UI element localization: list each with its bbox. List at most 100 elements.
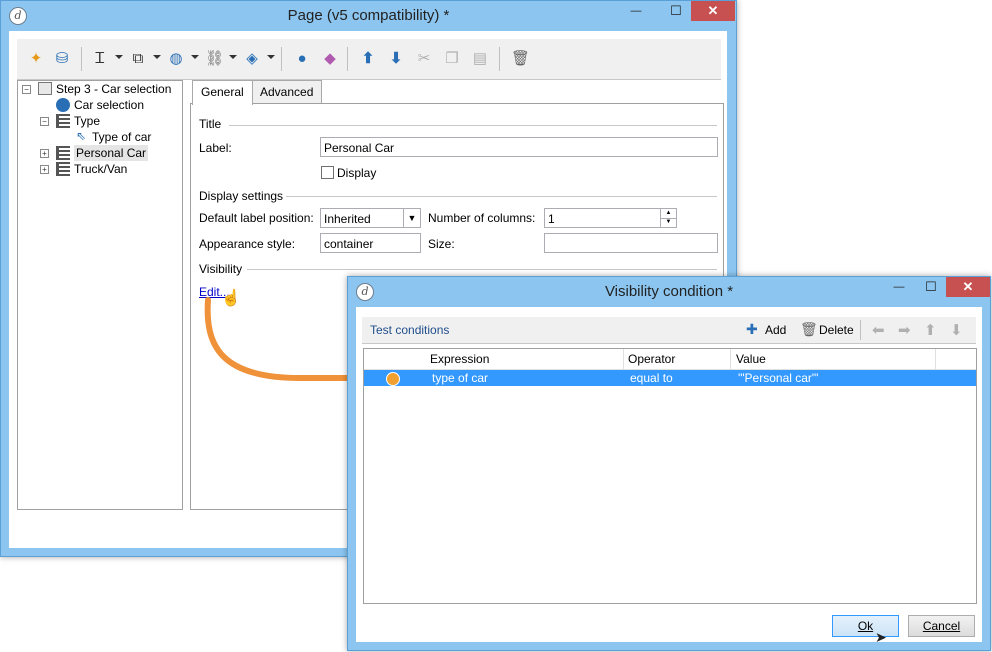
list-icon [56,162,70,176]
dropdown-arrow-icon[interactable] [267,55,275,59]
magic-wand-icon[interactable]: ✦ [27,50,45,68]
add-button[interactable]: Add [765,323,786,337]
label-input[interactable]: Personal Car [320,137,718,157]
tree-item-label: Truck/Van [74,162,128,176]
text-cursor-icon[interactable]: Ꮖ [91,50,109,68]
trash-icon[interactable]: 🗑 [800,321,818,338]
stepper-down-icon[interactable]: ▼ [660,218,676,227]
grid-header: Expression Operator Value [364,349,976,370]
row-operator: equal to [630,371,673,385]
link-icon[interactable]: ⛓ [205,50,224,68]
column-header-value[interactable]: Value [736,352,766,366]
tab-general[interactable]: General [192,80,253,105]
table-row[interactable]: type of car equal to '"Personal car"' [364,370,976,386]
toolbar: ✦ ⛁ Ꮖ ⧉ ◍ ⛓ ◈ ● ◆ ⬆ ⬇ ✂ ❐ ▤ 🗑 [17,39,721,80]
size-label: Size: [428,237,455,251]
close-button[interactable]: ✕ [946,277,990,297]
toolbar-separator [499,47,500,71]
title-section-label: Title [199,117,222,131]
number-of-columns-stepper[interactable]: 1 ▲ ▼ [544,208,677,228]
add-icon[interactable]: ✚ [746,321,758,338]
list-icon [56,146,70,160]
appearance-style-label: Appearance style: [199,237,296,251]
expand-icon[interactable]: + [40,165,49,174]
number-of-columns-label: Number of columns: [428,211,536,225]
list-icon [56,114,70,128]
column-divider [935,349,936,369]
edit-field-icon[interactable]: ⧉ [129,50,147,68]
user-icon[interactable]: ● [293,50,311,68]
default-label-position-select[interactable]: Inherited ▼ [320,208,421,228]
tab-advanced[interactable]: Advanced [251,80,323,103]
dropdown-arrow-icon[interactable] [229,55,237,59]
size-input[interactable] [544,233,718,253]
dropdown-arrow-icon[interactable] [153,55,161,59]
visibility-dialog-titlebar[interactable]: d Visibility condition * — ☐ ✕ [348,277,990,307]
column-divider [623,349,624,369]
minimize-button[interactable]: — [621,1,651,21]
cut-icon[interactable]: ✂ [415,50,433,68]
arrow-up-icon[interactable]: ⬆ [924,321,937,339]
condition-status-icon [386,372,400,386]
maximize-button[interactable]: ☐ [916,277,946,297]
column-divider [730,349,731,369]
toolbar-separator [347,47,348,71]
layers-icon[interactable]: ◈ [243,50,261,68]
section-divider [247,269,717,270]
expand-icon[interactable]: + [40,149,49,158]
appearance-style-input[interactable]: container [320,233,421,253]
globe-icon [56,98,70,112]
globe-icon[interactable]: ◍ [167,50,185,68]
database-import-icon[interactable]: ⛁ [53,50,71,68]
column-header-expression[interactable]: Expression [430,352,489,366]
column-header-operator[interactable]: Operator [628,352,675,366]
visibility-dialog-client: Test conditions ✚ Add 🗑 Delete ⬅ ➡ ⬆ ⬇ E… [356,307,982,645]
tree-item-label: Personal Car [74,145,149,161]
display-checkbox[interactable] [321,166,334,179]
hand-cursor-icon: ☝ [221,290,241,307]
delete-button[interactable]: Delete [819,323,854,337]
arrow-up-icon[interactable]: ⬆ [359,50,377,68]
tree-item-label: Car selection [74,98,145,112]
tree-item-label: Step 3 - Car selection [56,82,172,96]
dropdown-arrow-icon[interactable] [115,55,123,59]
maximize-button[interactable]: ☐ [661,1,691,21]
copy-icon[interactable]: ❐ [443,50,461,68]
number-of-columns-value: 1 [548,212,555,226]
trash-icon[interactable]: 🗑 [511,50,530,68]
default-label-position-value: Inherited [324,212,371,226]
visibility-dialog: d Visibility condition * — ☐ ✕ Test cond… [347,276,991,651]
paste-icon[interactable]: ▤ [471,50,489,68]
label-field-label: Label: [199,141,232,155]
test-conditions-label: Test conditions [370,323,450,337]
ok-button-label: Ok [857,619,874,633]
default-label-position-label: Default label position: [199,211,314,225]
toolbar-separator [281,47,282,71]
ok-button[interactable]: Ok [832,615,899,637]
section-divider [229,125,717,126]
chevron-down-icon[interactable]: ▼ [403,209,420,227]
minimize-button[interactable]: — [884,277,914,297]
tree-item-label: Type of car [92,130,152,144]
shapes-icon[interactable]: ◆ [321,50,339,68]
arrow-down-icon[interactable]: ⬇ [950,321,963,339]
cancel-button[interactable]: Cancel [908,615,975,637]
display-checkbox-label: Display [337,166,377,180]
conditions-toolbar: Test conditions ✚ Add 🗑 Delete ⬅ ➡ ⬆ ⬇ [362,317,976,344]
tree-item-label: Type [74,114,101,128]
display-settings-section-label: Display settings [199,189,284,203]
pointer-cursor-icon: ➤ [875,629,887,645]
cancel-button-label: Cancel [922,619,961,633]
structure-tree: − Step 3 - Car selection Car selection −… [17,80,183,510]
dropdown-arrow-icon[interactable] [191,55,199,59]
row-value: '"Personal car"' [738,371,819,385]
page-window-titlebar[interactable]: d Page (v5 compatibility) * — ☐ ✕ [1,1,736,31]
toolbar-separator [81,47,82,71]
close-button[interactable]: ✕ [691,1,735,21]
collapse-icon[interactable]: − [22,85,31,94]
arrow-right-icon[interactable]: ➡ [898,321,911,339]
arrow-down-icon[interactable]: ⬇ [387,50,405,68]
arrow-left-icon[interactable]: ⬅ [872,321,885,339]
collapse-icon[interactable]: − [40,117,49,126]
cursor-field-icon: ⇖ [76,129,87,143]
